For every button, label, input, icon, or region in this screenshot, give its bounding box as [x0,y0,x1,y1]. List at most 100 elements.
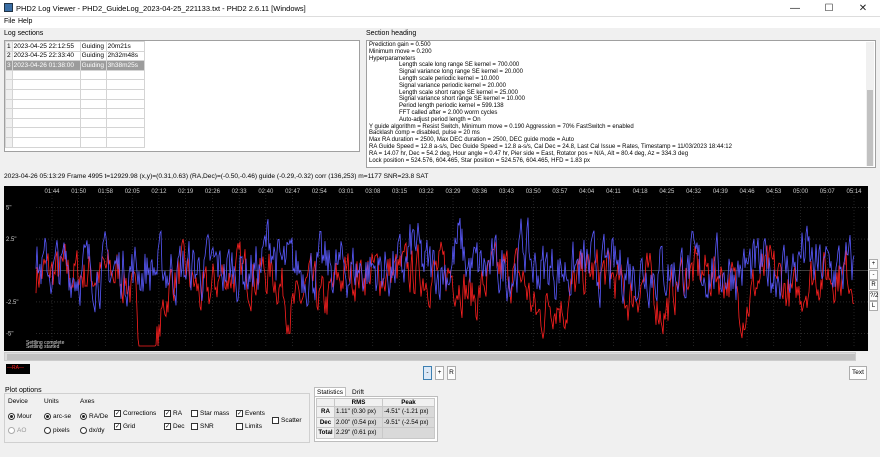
table-cell: 20m21s [105,41,145,52]
device-mount-label: Mour [17,413,32,420]
chart-side-button[interactable]: ?/2 [869,290,878,301]
table-row[interactable] [5,117,145,129]
axes-label: Axes [80,398,95,405]
maximize-button[interactable]: ☐ [812,0,846,16]
x-tick-label: 02:19 [178,189,194,195]
snr-checkbox[interactable] [191,423,198,430]
heading-line: Hyperparameters [369,55,416,62]
table-cell [79,108,107,119]
text-button[interactable]: Text [849,366,867,380]
heading-line: Lock position = 524.576, 604.465, Star p… [369,157,590,164]
device-mount-radio[interactable] [8,413,15,420]
x-tick-label: 05:07 [820,189,836,195]
table-cell [79,98,107,110]
table-cell [5,108,13,119]
table-cell [11,136,81,148]
events-label: Events [245,410,265,417]
zoom-in-button[interactable]: + [435,366,444,380]
stats-row: RA 1.11" (0.30 px) -4.51" (-1.21 px) [316,406,435,418]
table-row[interactable] [5,79,145,90]
heading-line: Length scale short range SE kernel = 25.… [399,89,518,96]
table-row[interactable] [5,69,145,81]
stats-header: RMS [334,398,383,407]
table-cell [105,88,145,100]
x-tick-label: 02:26 [205,189,221,195]
heading-line: Signal variance short range SE kernel = … [399,96,525,103]
ra-label: RA [173,410,183,417]
chart-side-button[interactable]: - [869,269,878,280]
table-cell: 2023-04-25 22:12:55 [11,41,81,52]
reset-button[interactable]: R [447,366,456,380]
table-row[interactable]: 1 2023-04-25 22:12:55 Guiding 20m21s [5,41,145,52]
chart-scrollbar[interactable] [4,352,856,361]
table-cell: Guiding [79,41,107,52]
scroll-thumb[interactable] [7,354,855,360]
table-row[interactable]: 2 2023-04-25 22:33:40 Guiding 2h32m48s [5,50,145,62]
table-cell [5,136,13,148]
stats-row: Total 2.29" (0.61 px) [316,427,435,439]
limits-checkbox[interactable] [236,423,243,430]
corrections-checkbox[interactable]: ✓ [114,410,121,417]
table-row[interactable]: 3 2023-04-26 01:38:00 Guiding 3h38m25s [5,60,145,71]
menu-help[interactable]: Help [18,18,32,25]
chart-side-button[interactable]: L [869,301,878,311]
table-cell: Guiding [79,60,107,71]
close-button[interactable]: ✕ [846,0,880,16]
scatter-checkbox[interactable] [272,417,279,424]
table-row[interactable] [5,108,145,119]
x-tick-label: 05:00 [793,189,809,195]
table-cell [79,88,107,100]
x-tick-label: 03:36 [472,189,488,195]
device-ao-radio[interactable] [8,427,15,434]
x-tick-label: 02:54 [312,189,328,195]
ra-checkbox[interactable]: ✓ [164,410,171,417]
units-arcsec-radio[interactable] [44,413,51,420]
table-cell [79,136,107,148]
x-tick-label: 04:39 [713,189,729,195]
table-cell [5,69,13,81]
events-checkbox[interactable]: ✓ [236,410,243,417]
axes-dxdy-radio[interactable] [80,427,87,434]
dec-checkbox[interactable]: ✓ [164,423,171,430]
star-mass-checkbox[interactable] [191,410,198,417]
title-bar: PHD2 Log Viewer - PHD2_GuideLog_2023-04-… [0,0,880,17]
table-cell: Guiding [79,50,107,62]
legend-box: —RA— [6,364,30,374]
table-cell [5,79,13,90]
heading-scrollbar[interactable] [866,42,874,166]
scroll-thumb[interactable] [867,90,873,166]
table-row[interactable] [5,127,145,138]
grid-checkbox[interactable]: ✓ [114,423,121,430]
x-tick-label: 05:14 [846,189,862,195]
log-sections-table[interactable]: 1 2023-04-25 22:12:55 Guiding 20m21s 2 2023-0… [4,40,360,152]
axes-radec-radio[interactable] [80,413,87,420]
y-tick-label: 2.5" [6,237,16,243]
minimize-button[interactable]: — [778,0,812,16]
x-tick-label: 04:11 [606,189,621,195]
stats-header: Peak [382,398,435,407]
table-row[interactable] [5,88,145,100]
axes-radec-label: RA/De [89,413,109,420]
chart-annotation: Settling started [26,344,60,350]
x-tick-label: 02:40 [258,189,274,195]
y-tick-label: 5" [6,206,11,212]
stats-cell: Total [316,427,335,439]
table-cell [11,88,81,100]
device-label: Device [8,398,28,405]
units-pixels-radio[interactable] [44,427,51,434]
heading-line: RA Guide Speed = 12.8 a-s/s, Dec Guide S… [369,144,732,150]
table-row[interactable] [5,136,145,148]
chart-side-button[interactable]: R [869,280,878,290]
zoom-out-button[interactable]: - [423,366,432,380]
corrections-label: Corrections [123,410,157,417]
menu-file[interactable]: File [4,18,15,25]
x-tick-label: 02:05 [125,189,141,195]
table-cell [105,117,145,129]
x-tick-label: 03:15 [392,189,408,195]
table-row[interactable] [5,98,145,110]
chart-side-button[interactable]: + [869,259,878,269]
guiding-chart[interactable]: 01:44 01:50 01:58 02:05 02:12 02:19 02:26 02:33… [4,186,868,351]
stats-cell: -4.51" (-1.21 px) [382,406,435,418]
table-cell [105,69,145,81]
heading-line: Length scale periodic kernel = 10.000 [399,76,499,82]
